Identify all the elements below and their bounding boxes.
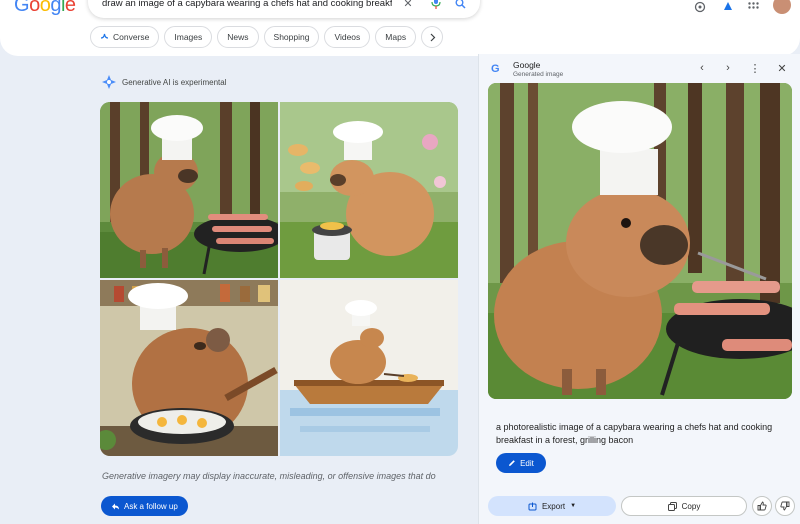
generated-images-grid	[100, 102, 458, 456]
tab-images[interactable]: Images	[164, 26, 213, 48]
google-g-icon: G	[491, 63, 500, 75]
account-icon[interactable]	[722, 0, 736, 14]
ask-follow-up-label: Ask a follow up	[124, 501, 178, 511]
selected-generated-image[interactable]	[488, 83, 792, 399]
search-icon[interactable]	[454, 0, 466, 9]
search-box[interactable]: draw an image of a capybara wearing a ch…	[88, 0, 480, 18]
pencil-icon	[509, 460, 515, 466]
google-logo[interactable]: Google	[14, 0, 76, 17]
top-header: Google draw an image of a capybara weari…	[0, 0, 800, 56]
tab-converse[interactable]: Converse	[90, 26, 160, 48]
sparkle-icon	[100, 33, 109, 39]
edit-button[interactable]: Edit	[496, 453, 546, 473]
tab-maps[interactable]: Maps	[375, 26, 417, 48]
tab-news[interactable]: News	[217, 26, 259, 48]
export-button[interactable]: Export ▼	[488, 496, 616, 516]
copy-label: Copy	[681, 501, 701, 511]
panel-subtitle: Generated image	[513, 71, 564, 78]
tab-videos[interactable]: Videos	[324, 26, 371, 48]
edit-label: Edit	[520, 458, 534, 468]
generated-image-3[interactable]	[100, 280, 278, 456]
avatar[interactable]	[773, 0, 791, 14]
export-icon	[528, 502, 537, 510]
generated-image-1[interactable]	[100, 102, 278, 278]
tab-news-label: News	[227, 32, 249, 42]
reply-icon	[112, 503, 119, 509]
copy-icon	[667, 501, 677, 511]
image-prompt-text: a photorealistic image of a capybara wea…	[496, 422, 773, 445]
ask-follow-up-button[interactable]: Ask a follow up	[101, 496, 188, 516]
copy-button[interactable]: Copy	[621, 496, 747, 516]
tab-shopping[interactable]: Shopping	[263, 26, 320, 48]
generative-ai-label: Generative AI is experimental	[122, 77, 227, 87]
more-vert-icon[interactable]: ⋮	[749, 62, 761, 75]
generated-image-2[interactable]	[280, 102, 458, 278]
labs-icon[interactable]	[694, 0, 708, 14]
apps-icon[interactable]	[748, 0, 762, 14]
chevron-left-icon[interactable]: ‹	[696, 62, 708, 74]
dropdown-arrow-icon: ▼	[570, 503, 577, 509]
tab-converse-label: Converse	[113, 32, 150, 42]
tab-images-label: Images	[174, 32, 203, 42]
close-icon[interactable]: ✕	[776, 62, 788, 75]
search-tabs: Converse Images News Shopping Videos Map…	[90, 26, 444, 50]
generated-image-4[interactable]	[280, 280, 458, 456]
mic-icon[interactable]	[430, 0, 442, 9]
search-input[interactable]: draw an image of a capybara wearing a ch…	[102, 0, 392, 9]
tab-shopping-label: Shopping	[273, 32, 310, 42]
thumbs-down-icon[interactable]	[775, 496, 795, 516]
chevron-right-icon[interactable]	[421, 26, 444, 48]
generative-ai-badge: Generative AI is experimental	[102, 75, 227, 89]
export-label: Export	[541, 501, 566, 511]
gemini-spark-icon	[102, 75, 116, 89]
panel-title: Google	[513, 60, 541, 70]
clear-icon[interactable]: ✕	[402, 0, 414, 10]
thumbs-up-icon[interactable]	[752, 496, 772, 516]
chevron-right-icon[interactable]: ›	[722, 62, 734, 74]
disclaimer-text: Generative imagery may display inaccurat…	[102, 471, 436, 481]
tab-maps-label: Maps	[385, 32, 407, 42]
tab-videos-label: Videos	[334, 32, 361, 42]
image-detail-panel: G Google Generated image ‹ › ⋮ ✕ a photo…	[478, 54, 800, 524]
